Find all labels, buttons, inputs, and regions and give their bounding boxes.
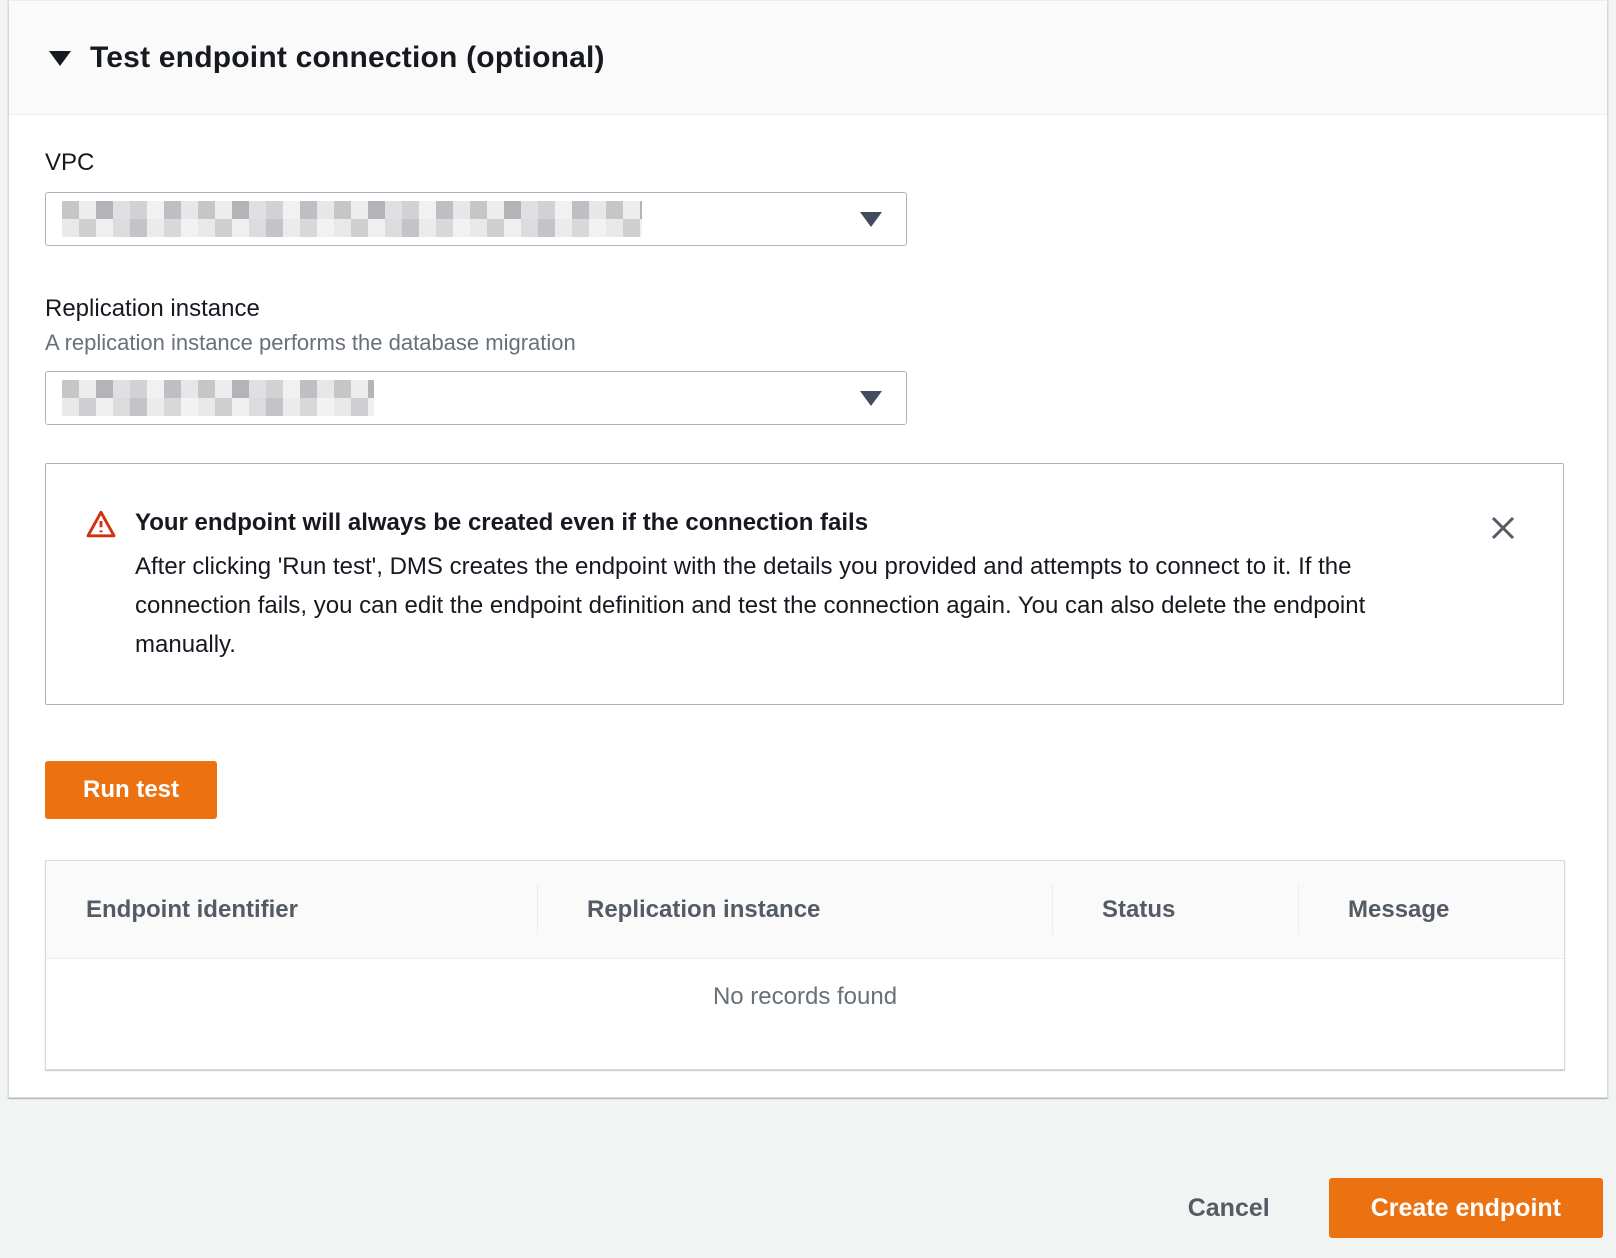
create-endpoint-button[interactable]: Create endpoint (1329, 1178, 1603, 1238)
column-header-endpoint-identifier[interactable]: Endpoint identifier (46, 861, 537, 958)
warning-title: Your endpoint will always be created eve… (135, 508, 1435, 538)
vpc-select[interactable] (45, 192, 907, 246)
cancel-button[interactable]: Cancel (1188, 1194, 1270, 1223)
column-header-status[interactable]: Status (1052, 861, 1298, 958)
replication-instance-label: Replication instance (45, 295, 1570, 323)
warning-triangle-icon (86, 509, 116, 539)
column-header-replication-instance[interactable]: Replication instance (537, 861, 1052, 958)
section-header-test-endpoint-connection[interactable]: Test endpoint connection (optional) (9, 1, 1607, 115)
table-header-row: Endpoint identifier Replication instance… (46, 861, 1564, 959)
vpc-label: VPC (45, 149, 1570, 177)
select-caret-icon (860, 212, 882, 227)
replication-instance-field-group: Replication instance A replication insta… (45, 295, 1570, 425)
close-icon[interactable] (1489, 514, 1517, 542)
run-test-button[interactable]: Run test (45, 761, 217, 819)
select-caret-icon (860, 391, 882, 406)
test-endpoint-connection-panel: Test endpoint connection (optional) VPC … (8, 0, 1608, 1098)
warning-flash: Your endpoint will always be created eve… (45, 463, 1564, 705)
replication-instance-description: A replication instance performs the data… (45, 330, 1570, 356)
wizard-footer-actions: Cancel Create endpoint (0, 1178, 1603, 1238)
column-header-message[interactable]: Message (1298, 861, 1564, 958)
caret-down-icon (49, 51, 71, 66)
vpc-field-group: VPC (45, 149, 1570, 246)
table-empty-state: No records found (46, 959, 1564, 1069)
section-content: VPC Replication instance A replication i… (9, 115, 1607, 1070)
replication-instance-select[interactable] (45, 371, 907, 425)
vpc-selected-value-redacted (62, 201, 642, 237)
replication-instance-selected-value-redacted (62, 380, 374, 416)
test-results-table: Endpoint identifier Replication instance… (45, 860, 1565, 1070)
warning-body: After clicking 'Run test', DMS creates t… (135, 547, 1435, 664)
warning-text: Your endpoint will always be created eve… (135, 508, 1435, 664)
section-title: Test endpoint connection (optional) (90, 41, 605, 75)
